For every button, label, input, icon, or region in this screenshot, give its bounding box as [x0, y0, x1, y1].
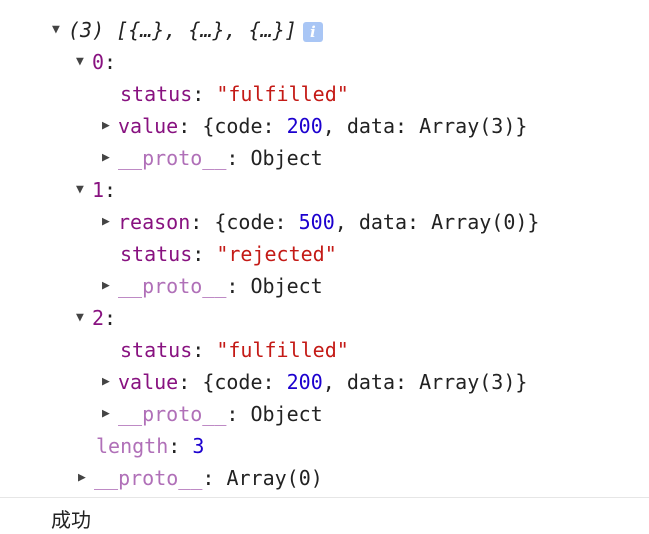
- proto-value: Array(0): [226, 466, 323, 490]
- devtools-console: ▼ (3) [{…}, {…}, {…}] i ▼ 0: status: "fulfi…: [0, 0, 649, 534]
- collapse-triangle-icon[interactable]: ▶: [102, 142, 118, 174]
- expand-triangle-icon[interactable]: ▼: [76, 174, 92, 206]
- property-row-expandable[interactable]: ▶ value: {code: 200, data: Array(3)}: [102, 366, 527, 398]
- item-index: 0: [92, 50, 105, 74]
- proto-value: Object: [250, 274, 323, 298]
- property-row-expandable[interactable]: ▶ reason: {code: 500, data: Array(0)}: [102, 206, 539, 238]
- expand-triangle-icon[interactable]: ▼: [76, 46, 92, 78]
- property-key: value: [118, 114, 179, 138]
- console-divider: [0, 497, 649, 498]
- item-index: 1: [92, 178, 105, 202]
- array-root-row[interactable]: ▼ (3) [{…}, {…}, {…}] i: [52, 14, 323, 46]
- collapse-triangle-icon[interactable]: ▶: [102, 398, 118, 430]
- property-value: "fulfilled": [216, 338, 349, 362]
- property-key: status: [120, 82, 193, 106]
- code-value: 200: [286, 114, 323, 138]
- property-row-expandable[interactable]: ▶ value: {code: 200, data: Array(3)}: [102, 110, 527, 142]
- array-length-label: (3): [68, 18, 105, 42]
- property-key: status: [120, 242, 193, 266]
- property-key: value: [118, 370, 179, 394]
- console-log-message: 成功: [51, 508, 91, 532]
- property-value: "rejected": [216, 242, 337, 266]
- data-value: Array(0): [431, 210, 528, 234]
- array-proto-row[interactable]: ▶ __proto__: Array(0): [78, 462, 323, 494]
- expand-triangle-icon[interactable]: ▼: [76, 302, 92, 334]
- property-key: status: [120, 338, 193, 362]
- data-value: Array(3): [419, 370, 516, 394]
- collapse-triangle-icon[interactable]: ▶: [102, 270, 118, 302]
- collapse-triangle-icon[interactable]: ▶: [78, 462, 94, 494]
- property-row: status: "fulfilled": [120, 338, 349, 362]
- array-preview: [{…}, {…}, {…}]: [116, 18, 297, 42]
- length-value: 3: [192, 434, 205, 458]
- code-value: 200: [286, 370, 323, 394]
- property-row: status: "fulfilled": [120, 82, 349, 106]
- proto-value: Object: [250, 146, 323, 170]
- array-item-2-row[interactable]: ▼ 2:: [76, 302, 116, 334]
- proto-row[interactable]: ▶ __proto__: Object: [102, 270, 323, 302]
- length-key: length: [96, 434, 169, 458]
- array-item-1-row[interactable]: ▼ 1:: [76, 174, 116, 206]
- proto-key: __proto__: [118, 146, 227, 170]
- item-index: 2: [92, 306, 105, 330]
- proto-key: __proto__: [118, 402, 227, 426]
- data-value: Array(3): [419, 114, 516, 138]
- proto-key: __proto__: [118, 274, 227, 298]
- proto-value: Object: [250, 402, 323, 426]
- length-row: length: 3: [96, 434, 205, 458]
- proto-row[interactable]: ▶ __proto__: Object: [102, 398, 323, 430]
- array-item-0-row[interactable]: ▼ 0:: [76, 46, 116, 78]
- info-icon[interactable]: i: [302, 21, 323, 42]
- collapse-triangle-icon[interactable]: ▶: [102, 206, 118, 238]
- property-value: "fulfilled": [216, 82, 349, 106]
- property-key: reason: [118, 210, 191, 234]
- proto-row[interactable]: ▶ __proto__: Object: [102, 142, 323, 174]
- proto-key: __proto__: [94, 466, 203, 490]
- collapse-triangle-icon[interactable]: ▶: [102, 110, 118, 142]
- property-row: status: "rejected": [120, 242, 337, 266]
- expand-triangle-icon[interactable]: ▼: [52, 14, 68, 46]
- code-value: 500: [298, 210, 335, 234]
- collapse-triangle-icon[interactable]: ▶: [102, 366, 118, 398]
